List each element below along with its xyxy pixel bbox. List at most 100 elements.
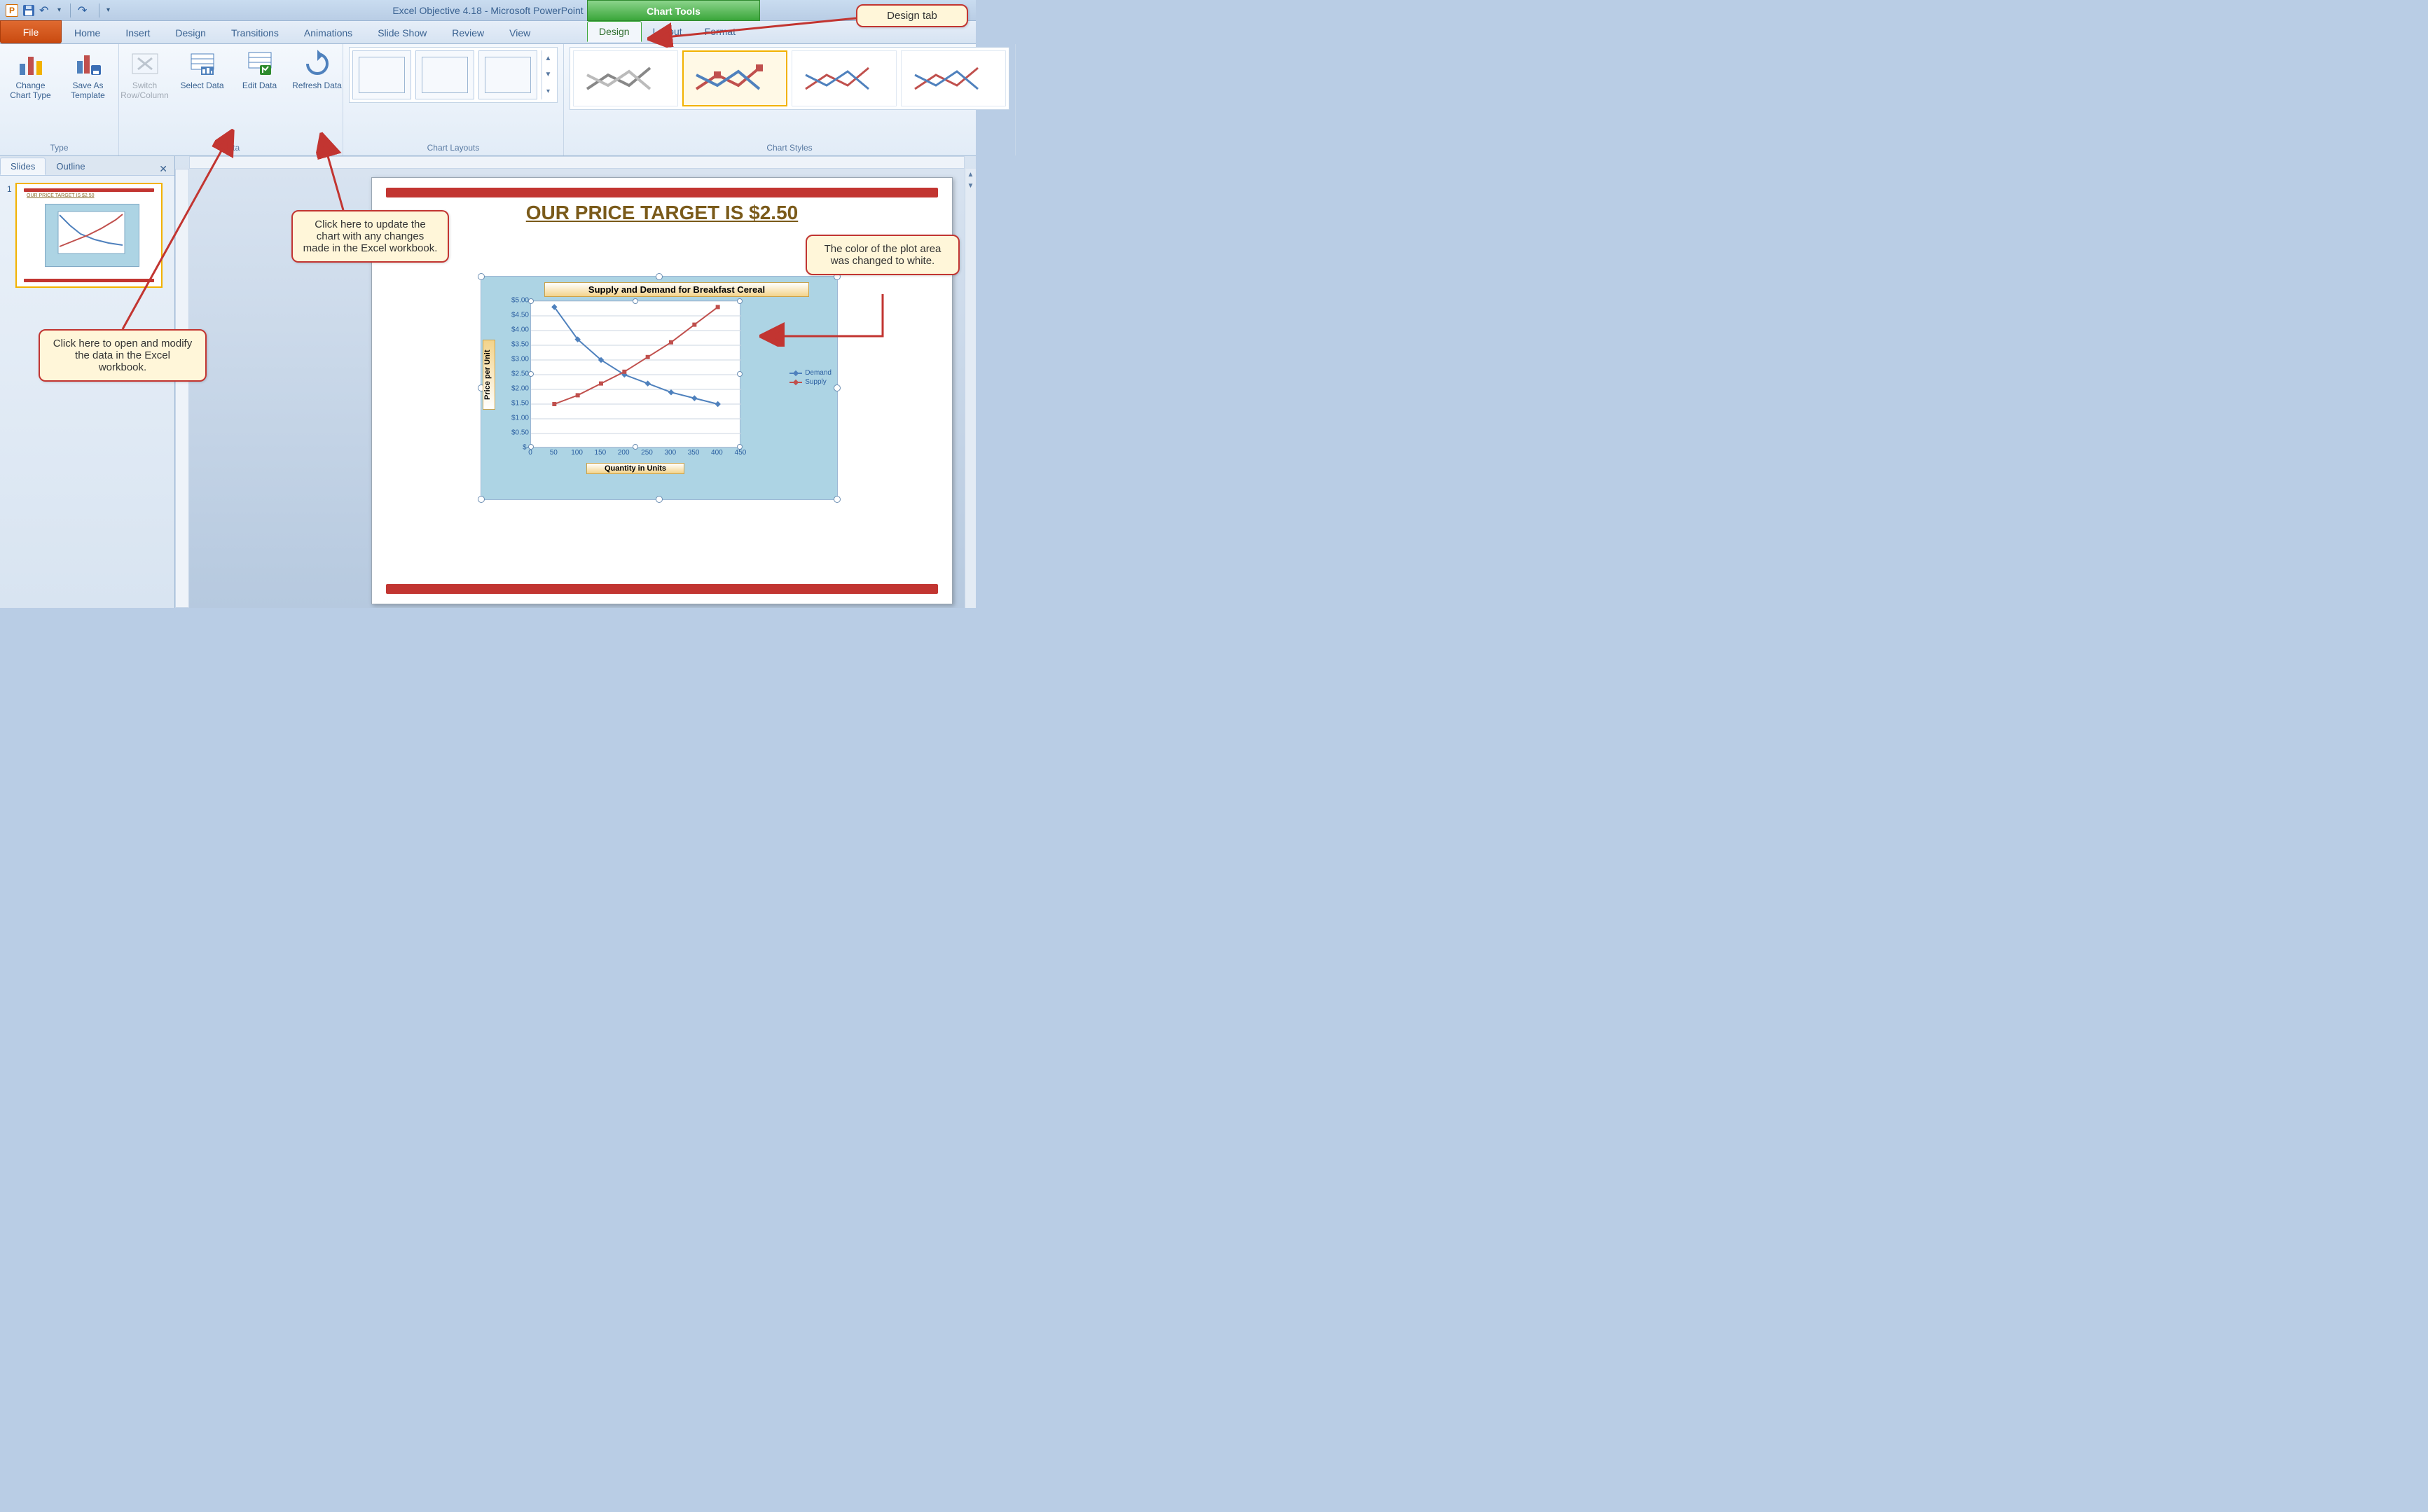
change-chart-type-button[interactable]: Change Chart Type (6, 47, 56, 100)
powerpoint-app-icon[interactable]: P (6, 4, 18, 17)
selection-handle-bm[interactable] (656, 496, 663, 503)
ytick-7: $1.50 (511, 400, 529, 408)
plot-handle-bl[interactable] (528, 444, 534, 450)
tab-design[interactable]: Design (163, 22, 219, 43)
slides-outline-pane: Slides Outline ✕ 1 OUR PRICE TARGET IS $… (0, 156, 175, 608)
scroll-down-icon[interactable]: ▼ (965, 180, 976, 191)
left-tab-outline[interactable]: Outline (46, 158, 95, 175)
style-option-2-selected[interactable] (682, 50, 787, 106)
chart-legend[interactable]: Demand Supply (789, 368, 832, 387)
callout-design-tab: Design tab (856, 4, 968, 27)
layout-option-2[interactable] (415, 50, 474, 99)
layouts-more-icon[interactable]: ▾ (542, 83, 554, 99)
window-title: Excel Objective 4.18 - Microsoft PowerPo… (392, 5, 583, 16)
tab-review[interactable]: Review (439, 22, 497, 43)
layout-option-3[interactable] (478, 50, 537, 99)
thumb-red-bar-bottom (24, 279, 154, 282)
qat-customize-dropdown-icon[interactable]: ▾ (106, 6, 112, 14)
file-tab[interactable]: File (0, 20, 62, 43)
selection-handle-br[interactable] (834, 496, 841, 503)
tab-animations[interactable]: Animations (291, 22, 365, 43)
callout-design-tab-text: Design tab (887, 10, 937, 22)
chart-x-axis-label[interactable]: Quantity in Units (586, 463, 684, 474)
style-option-1[interactable] (573, 50, 678, 106)
style-option-3[interactable] (792, 50, 897, 106)
slide-thumbnails[interactable]: 1 OUR PRICE TARGET IS $2.50 (0, 176, 174, 608)
layouts-scroll-up-icon[interactable]: ▲ (542, 50, 554, 67)
layouts-scroll[interactable]: ▲ ▼ ▾ (542, 50, 554, 99)
switch-row-column-icon (131, 50, 159, 78)
selection-handle-tl[interactable] (478, 273, 485, 280)
plot-svg (531, 301, 741, 448)
plot-handle-tm[interactable] (633, 298, 638, 304)
slide-headline[interactable]: OUR PRICE TARGET IS $2.50 (372, 202, 952, 224)
y-axis-ticks: $5.00 $4.50 $4.00 $3.50 $3.00 $2.50 $2.0… (501, 300, 529, 448)
chart-title[interactable]: Supply and Demand for Breakfast Cereal (544, 282, 809, 297)
plot-handle-tr[interactable] (737, 298, 743, 304)
plot-handle-tl[interactable] (528, 298, 534, 304)
vertical-ruler (175, 169, 189, 608)
select-data-button[interactable]: Select Data (177, 47, 228, 90)
legend-supply[interactable]: Supply (789, 378, 832, 386)
xtick-3: 150 (595, 449, 607, 457)
chart-y-axis-label[interactable]: Price per Unit (483, 340, 495, 410)
plot-handle-br[interactable] (737, 444, 743, 450)
callout-edit-text: Click here to open and modify the data i… (53, 338, 192, 373)
vertical-scrollbar[interactable]: ▲ ▼ (965, 169, 976, 608)
chart-tools-contextual-label: Chart Tools (587, 0, 760, 21)
xtick-2: 100 (571, 449, 583, 457)
ribbon-tabs: File Home Insert Design Transitions Anim… (0, 21, 976, 44)
layouts-scroll-down-icon[interactable]: ▼ (542, 67, 554, 83)
callout-refresh-data: Click here to update the chart with any … (291, 210, 449, 263)
edit-data-button[interactable]: Edit Data (235, 47, 285, 90)
callout-plot-text: The color of the plot area was changed t… (825, 243, 941, 267)
plot-area[interactable] (530, 300, 740, 448)
thumb-chart-preview (45, 204, 139, 267)
tab-slideshow[interactable]: Slide Show (365, 22, 439, 43)
redo-icon[interactable]: ↷ (78, 4, 92, 17)
plot-handle-ml[interactable] (528, 371, 534, 377)
chart-layouts-gallery[interactable]: ▲ ▼ ▾ (349, 47, 558, 103)
selection-handle-tm[interactable] (656, 273, 663, 280)
switch-row-column-button[interactable]: Switch Row/Column (120, 47, 170, 100)
tab-view[interactable]: View (497, 22, 543, 43)
left-pane-close-icon[interactable]: ✕ (152, 163, 174, 175)
selection-handle-mr[interactable] (834, 384, 841, 391)
tab-insert[interactable]: Insert (113, 22, 163, 43)
scroll-up-icon[interactable]: ▲ (965, 169, 976, 180)
selection-handle-bl[interactable] (478, 496, 485, 503)
slide-thumbnail-1[interactable]: 1 OUR PRICE TARGET IS $2.50 (15, 183, 163, 288)
legend-demand[interactable]: Demand (789, 369, 832, 377)
undo-icon[interactable]: ↶ (39, 4, 53, 17)
xtick-5: 250 (641, 449, 653, 457)
horizontal-ruler (189, 156, 965, 169)
style-option-4[interactable] (901, 50, 1006, 106)
slide-red-bar-bottom (386, 584, 938, 594)
tab-transitions[interactable]: Transitions (219, 22, 291, 43)
save-icon[interactable] (22, 4, 35, 17)
legend-supply-label: Supply (805, 378, 827, 386)
xtick-8: 400 (711, 449, 723, 457)
legend-demand-label: Demand (805, 369, 832, 377)
left-pane-tabs: Slides Outline ✕ (0, 156, 174, 176)
change-chart-type-icon (17, 50, 45, 78)
ribbon-group-type: Change Chart Type Save As Template Type (0, 44, 119, 155)
ribbon: Change Chart Type Save As Template Type … (0, 44, 976, 156)
layout-option-1[interactable] (352, 50, 411, 99)
context-tab-layout[interactable]: Layout (642, 21, 694, 42)
undo-dropdown-icon[interactable]: ▾ (57, 6, 63, 14)
ytick-6: $2.00 (511, 385, 529, 393)
context-tab-design[interactable]: Design (587, 21, 642, 42)
ytick-4: $3.00 (511, 356, 529, 363)
plot-handle-mr[interactable] (737, 371, 743, 377)
tab-home[interactable]: Home (62, 22, 113, 43)
save-as-template-button[interactable]: Save As Template (63, 47, 113, 100)
select-data-icon (188, 50, 216, 78)
plot-handle-bm[interactable] (633, 444, 638, 450)
xtick-0: 0 (528, 449, 532, 457)
context-tab-format[interactable]: Format (694, 21, 747, 42)
refresh-data-button[interactable]: Refresh Data (292, 47, 343, 90)
chart-object[interactable]: Supply and Demand for Breakfast Cereal P… (481, 276, 838, 500)
chart-styles-gallery[interactable] (570, 47, 1009, 110)
left-tab-slides[interactable]: Slides (0, 158, 46, 175)
